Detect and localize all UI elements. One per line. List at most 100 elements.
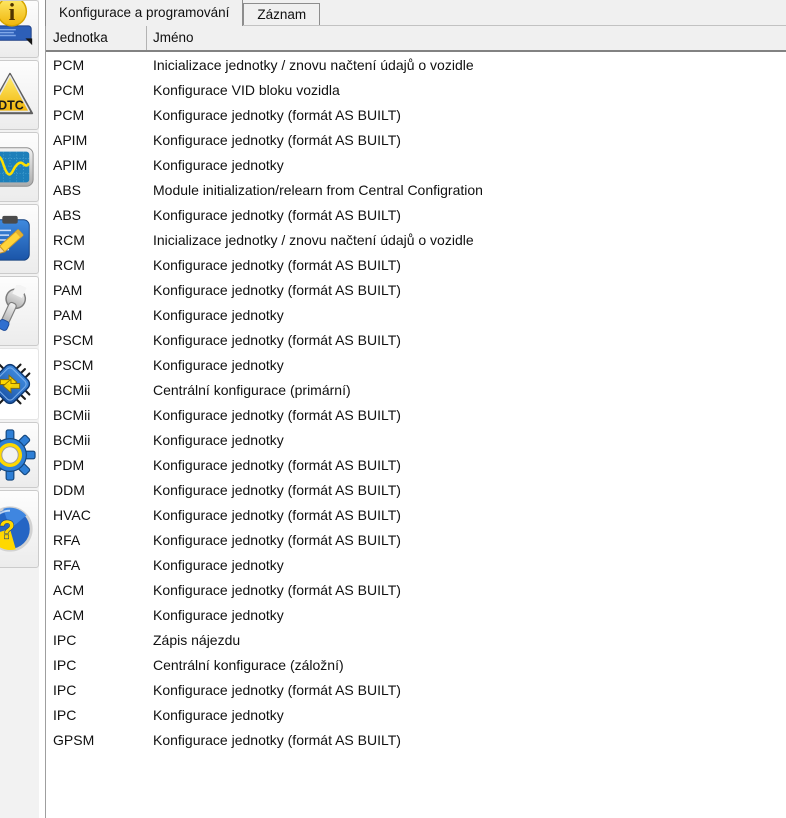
table-row[interactable]: RCM Inicializace jednotky / znovu načten… xyxy=(46,227,786,252)
table-row[interactable]: PCM Konfigurace VID bloku vozidla xyxy=(46,77,786,102)
table-row[interactable]: IPC Konfigurace jednotky xyxy=(46,702,786,727)
row-unit-cell: DDM xyxy=(46,482,147,498)
table-row[interactable]: APIM Konfigurace jednotky xyxy=(46,152,786,177)
table-row[interactable]: ABS Module initialization/relearn from C… xyxy=(46,177,786,202)
info-book-icon: i xyxy=(0,0,36,48)
row-name-cell: Konfigurace jednotky xyxy=(147,157,786,173)
table-row[interactable]: HVAC Konfigurace jednotky (formát AS BUI… xyxy=(46,502,786,527)
help-glyph: ? xyxy=(0,515,15,545)
row-unit-cell: IPC xyxy=(46,682,147,698)
row-name-cell: Konfigurace jednotky (formát AS BUILT) xyxy=(147,207,786,223)
row-name-cell: Centrální konfigurace (primární) xyxy=(147,382,786,398)
sidebar: i DTC xyxy=(0,0,39,818)
tab-bar: Konfigurace a programování Záznam xyxy=(45,0,786,26)
table-row[interactable]: IPC Konfigurace jednotky (formát AS BUIL… xyxy=(46,677,786,702)
row-unit-cell: PSCM xyxy=(46,332,147,348)
table-row[interactable]: PAM Konfigurace jednotky (formát AS BUIL… xyxy=(46,277,786,302)
row-name-cell: Konfigurace jednotky (formát AS BUILT) xyxy=(147,582,786,598)
list-header: Jednotka Jméno xyxy=(46,26,786,52)
row-name-cell: Konfigurace jednotky (formát AS BUILT) xyxy=(147,532,786,548)
row-name-cell: Konfigurace jednotky xyxy=(147,307,786,323)
row-unit-cell: APIM xyxy=(46,132,147,148)
table-row[interactable]: PSCM Konfigurace jednotky xyxy=(46,352,786,377)
row-name-cell: Konfigurace jednotky (formát AS BUILT) xyxy=(147,107,786,123)
row-unit-cell: GPSM xyxy=(46,732,147,748)
row-unit-cell: ABS xyxy=(46,182,147,198)
tab-configuration-programming[interactable]: Konfigurace a programování xyxy=(45,0,243,26)
table-row[interactable]: BCMii Konfigurace jednotky xyxy=(46,427,786,452)
tab-log[interactable]: Záznam xyxy=(243,3,320,25)
row-unit-cell: IPC xyxy=(46,632,147,648)
oscilloscope-icon xyxy=(0,141,36,193)
sidebar-button-configuration-programming[interactable] xyxy=(0,348,39,420)
row-unit-cell: PSCM xyxy=(46,357,147,373)
row-name-cell: Konfigurace jednotky xyxy=(147,357,786,373)
row-unit-cell: ABS xyxy=(46,207,147,223)
row-name-cell: Module initialization/relearn from Centr… xyxy=(147,182,786,198)
help-question-icon: ? xyxy=(0,503,36,555)
table-row[interactable]: ABS Konfigurace jednotky (formát AS BUIL… xyxy=(46,202,786,227)
dtc-glyph: DTC xyxy=(0,98,24,112)
table-row[interactable]: IPC Zápis nájezdu xyxy=(46,627,786,652)
row-name-cell: Zápis nájezdu xyxy=(147,632,786,648)
row-unit-cell: RCM xyxy=(46,232,147,248)
sidebar-button-log-editor[interactable] xyxy=(0,204,39,274)
table-row[interactable]: DDM Konfigurace jednotky (formát AS BUIL… xyxy=(46,477,786,502)
row-name-cell: Konfigurace jednotky (formát AS BUILT) xyxy=(147,682,786,698)
table-row[interactable]: ACM Konfigurace jednotky (formát AS BUIL… xyxy=(46,577,786,602)
table-row[interactable]: APIM Konfigurace jednotky (formát AS BUI… xyxy=(46,127,786,152)
sidebar-button-oscilloscope[interactable] xyxy=(0,132,39,202)
main-panel: Konfigurace a programování Záznam Jednot… xyxy=(39,0,786,818)
functions-list: Jednotka Jméno PCM Inicializace jednotky… xyxy=(45,26,786,818)
row-name-cell: Konfigurace jednotky (formát AS BUILT) xyxy=(147,132,786,148)
table-row[interactable]: IPC Centrální konfigurace (záložní) xyxy=(46,652,786,677)
table-row[interactable]: RFA Konfigurace jednotky xyxy=(46,552,786,577)
table-row[interactable]: PCM Inicializace jednotky / znovu načten… xyxy=(46,52,786,77)
sidebar-button-dtc[interactable]: DTC xyxy=(0,60,39,130)
row-name-cell: Konfigurace jednotky xyxy=(147,607,786,623)
row-unit-cell: PDM xyxy=(46,457,147,473)
row-name-cell: Konfigurace jednotky (formát AS BUILT) xyxy=(147,482,786,498)
sidebar-button-help[interactable]: ? xyxy=(0,490,39,568)
row-unit-cell: RFA xyxy=(46,557,147,573)
row-unit-cell: BCMii xyxy=(46,407,147,423)
row-name-cell: Inicializace jednotky / znovu načtení úd… xyxy=(147,57,786,73)
column-header-name[interactable]: Jméno xyxy=(147,26,786,50)
row-unit-cell: RFA xyxy=(46,532,147,548)
table-row[interactable]: PCM Konfigurace jednotky (formát AS BUIL… xyxy=(46,102,786,127)
row-name-cell: Konfigurace jednotky (formát AS BUILT) xyxy=(147,257,786,273)
row-unit-cell: IPC xyxy=(46,657,147,673)
row-name-cell: Konfigurace jednotky (formát AS BUILT) xyxy=(147,407,786,423)
row-unit-cell: BCMii xyxy=(46,432,147,448)
table-row[interactable]: GPSM Konfigurace jednotky (formát AS BUI… xyxy=(46,727,786,752)
row-unit-cell: HVAC xyxy=(46,507,147,523)
sidebar-button-settings[interactable] xyxy=(0,422,39,488)
row-unit-cell: PCM xyxy=(46,107,147,123)
row-unit-cell: RCM xyxy=(46,257,147,273)
row-unit-cell: APIM xyxy=(46,157,147,173)
row-unit-cell: PAM xyxy=(46,307,147,323)
row-unit-cell: PAM xyxy=(46,282,147,298)
table-row[interactable]: PDM Konfigurace jednotky (formát AS BUIL… xyxy=(46,452,786,477)
row-unit-cell: PCM xyxy=(46,82,147,98)
row-name-cell: Konfigurace jednotky (formát AS BUILT) xyxy=(147,457,786,473)
row-unit-cell: PCM xyxy=(46,57,147,73)
table-body: PCM Inicializace jednotky / znovu načten… xyxy=(46,52,786,818)
table-row[interactable]: RCM Konfigurace jednotky (formát AS BUIL… xyxy=(46,252,786,277)
table-row[interactable]: PAM Konfigurace jednotky xyxy=(46,302,786,327)
row-name-cell: Konfigurace jednotky (formát AS BUILT) xyxy=(147,332,786,348)
table-row[interactable]: PSCM Konfigurace jednotky (formát AS BUI… xyxy=(46,327,786,352)
table-row[interactable]: RFA Konfigurace jednotky (formát AS BUIL… xyxy=(46,527,786,552)
table-row[interactable]: ACM Konfigurace jednotky xyxy=(46,602,786,627)
row-name-cell: Konfigurace VID bloku vozidla xyxy=(147,82,786,98)
row-name-cell: Centrální konfigurace (záložní) xyxy=(147,657,786,673)
forscan-window: i DTC xyxy=(0,0,786,818)
table-row[interactable]: BCMii Centrální konfigurace (primární) xyxy=(46,377,786,402)
table-row[interactable]: BCMii Konfigurace jednotky (formát AS BU… xyxy=(46,402,786,427)
wrench-icon xyxy=(0,285,36,337)
row-name-cell: Konfigurace jednotky xyxy=(147,557,786,573)
sidebar-button-vehicle-info[interactable]: i xyxy=(0,0,39,58)
sidebar-button-service-functions[interactable] xyxy=(0,276,39,346)
row-name-cell: Inicializace jednotky / znovu načtení úd… xyxy=(147,232,786,248)
column-header-unit[interactable]: Jednotka xyxy=(46,26,147,50)
